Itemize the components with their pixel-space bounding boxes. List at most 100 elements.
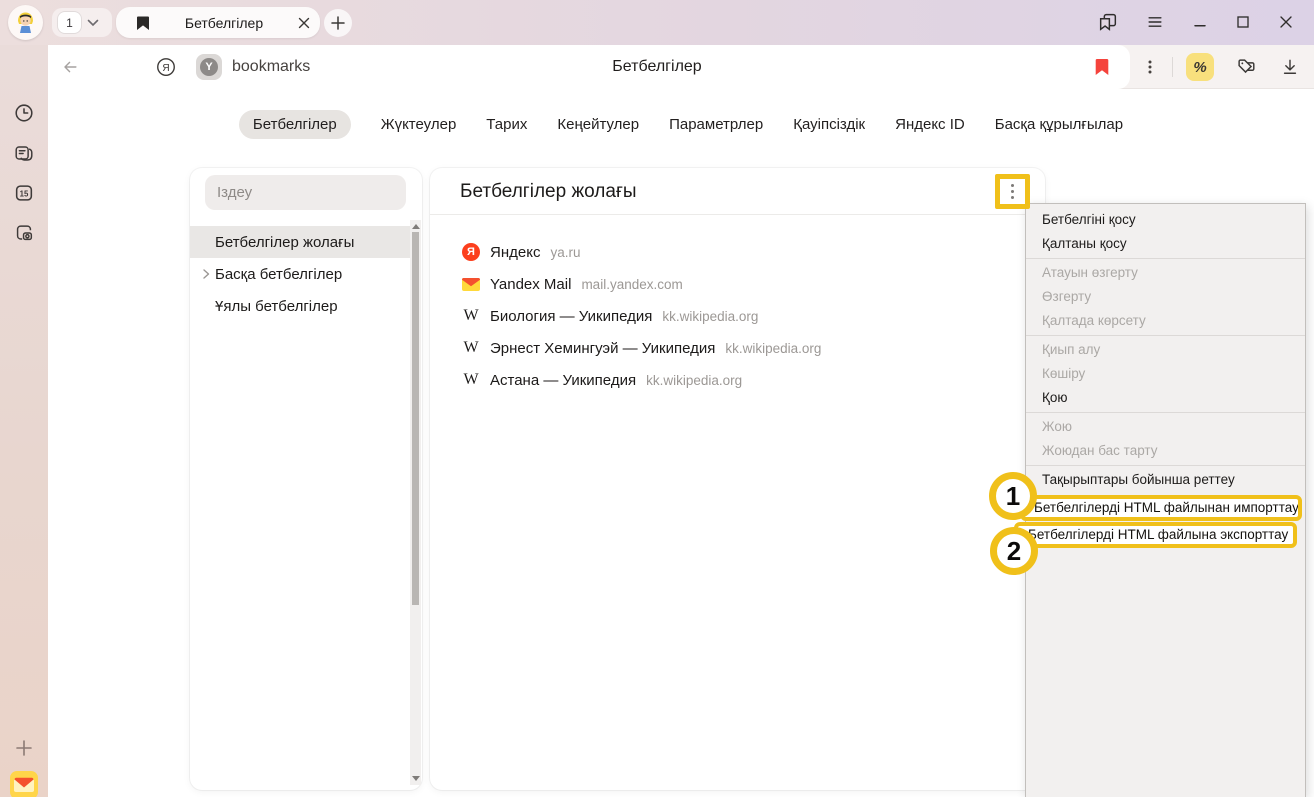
downloads-button[interactable] [1278,55,1302,79]
bookmark-row[interactable]: W Эрнест Хемингуэй — Уикипедия kk.wikipe… [462,332,821,364]
side-panels-button[interactable] [1096,10,1120,34]
avatar-girl-icon [12,9,39,36]
screenshot-button[interactable] [12,221,36,245]
search-box[interactable] [205,175,406,210]
new-tab-button[interactable] [324,9,352,37]
history-button[interactable] [12,101,36,125]
folder-item-mobile-bookmarks[interactable]: Ұялы бетбелгілер [190,290,411,322]
kebab-dot [1011,184,1014,187]
kebab-icon [1142,59,1158,75]
plus-icon [331,16,345,30]
browser-side-rail: 15 [0,45,48,797]
minimize-button[interactable] [1188,10,1212,34]
folders-scrollbar[interactable] [410,220,421,785]
tab-group-button[interactable]: 1 [52,8,112,37]
annotation-number: 2 [1007,536,1021,567]
tab-extensions[interactable]: Кеңейтулер [557,110,639,139]
bookmark-url: kk.wikipedia.org [725,341,821,356]
bookmark-url: mail.yandex.com [581,277,682,292]
menu-item-add-bookmark[interactable]: Бетбелгіні қосу [1026,208,1305,232]
bookmark-row[interactable]: W Биология — Уикипедия kk.wikipedia.org [462,300,758,332]
menu-item-copy: Көшіру [1026,362,1305,386]
menu-item-sort-by-title[interactable]: Тақырыптары бойынша реттеу [1026,468,1305,492]
svg-text:15: 15 [20,189,29,198]
scroll-down-icon[interactable] [412,776,420,781]
tab-yandex-id[interactable]: Яндекс ID [895,110,965,139]
menu-separator [1026,465,1305,466]
menu-item-undo-delete: Жоюдан бас тарту [1026,439,1305,463]
folder-label: Ұялы бетбелгілер [215,298,338,315]
maximize-icon [1233,12,1253,32]
plus-icon [14,738,34,758]
content-heading: Бетбелгілер жолағы [460,168,637,215]
feed-button[interactable] [12,141,36,165]
browser-toolbar: Я Y bookmarks Бетбелгілер % [48,45,1314,89]
search-input[interactable] [205,175,406,210]
bookmark-title: Биология — Уикипедия [490,308,652,325]
wikipedia-favicon: W [462,339,480,357]
menu-separator [1026,335,1305,336]
bookmark-url: ya.ru [550,245,580,260]
browser-tab-bookmarks[interactable]: Бетбелгілер [116,7,320,38]
bookmark-title: Эрнест Хемингуэй — Уикипедия [490,340,715,357]
toolbar-more-button[interactable] [1138,55,1162,79]
tab-settings[interactable]: Параметрлер [669,110,763,139]
tab-security[interactable]: Қауіпсіздік [793,110,865,139]
tab-bookmarks[interactable]: Бетбелгілер [239,110,351,139]
bookmark-row[interactable]: Я Яндекс ya.ru [462,236,580,268]
menu-item-import-html-highlighted[interactable]: Бетбелгілерді HTML файлынан импорттау [1020,495,1302,521]
calendar-button[interactable]: 15 [12,181,36,205]
menu-item-cut: Қиып алу [1026,338,1305,362]
yandex-mail-app-icon [10,771,38,797]
wikipedia-favicon: W [462,307,480,325]
folder-item-bookmarks-bar[interactable]: Бетбелгілер жолағы [190,226,411,258]
tab-other-devices[interactable]: Басқа құрылғылар [995,110,1123,139]
close-tab-icon[interactable] [298,17,310,29]
percent-glyph: % [1193,59,1206,76]
tab-title: Бетбелгілер [150,15,298,31]
menu-item-export-html-highlighted[interactable]: Бетбелгілерді HTML файлына экспорттау [1014,522,1297,548]
pocket-tag-icon [1235,56,1257,78]
content-header: Бетбелгілер жолағы [430,168,1045,215]
cashback-badge-button[interactable]: % [1186,53,1214,81]
add-panel-button[interactable] [12,736,36,760]
menu-item-paste[interactable]: Қою [1026,386,1305,410]
address-bar[interactable]: Я Y bookmarks Бетбелгілер [48,45,1130,89]
folder-menu-button-highlighted[interactable] [995,174,1030,209]
scroll-up-icon[interactable] [412,224,420,229]
close-window-button[interactable] [1274,10,1298,34]
mail-favicon [462,275,480,293]
bookmark-icon [136,15,150,31]
bookmark-title: Yandex Mail [490,276,571,293]
bookmark-url: kk.wikipedia.org [646,373,742,388]
bookmark-flag-icon [1094,58,1110,76]
bookmark-page-button[interactable] [1090,55,1114,79]
download-icon [1280,57,1300,77]
hamburger-icon [1145,12,1165,32]
scrollbar-thumb[interactable] [412,232,419,605]
annotation-step-2: 2 [990,527,1038,575]
folder-item-other-bookmarks[interactable]: Басқа бетбелгілер [190,258,411,290]
tab-history[interactable]: Тарих [486,110,527,139]
mail-app-button[interactable] [10,771,38,797]
tab-group-count: 1 [58,12,81,33]
bookmark-row[interactable]: W Астана — Уикипедия kk.wikipedia.org [462,364,742,396]
menu-item-rename: Атауын өзгерту [1026,261,1305,285]
tab-downloads[interactable]: Жүктеулер [381,110,457,139]
history-clock-icon [13,102,35,124]
menu-item-show-in-folder: Қалтада көрсету [1026,309,1305,333]
wikipedia-favicon: W [462,371,480,389]
profile-avatar[interactable] [8,5,43,40]
bookmark-row[interactable]: Yandex Mail mail.yandex.com [462,268,683,300]
kebab-dot [1011,190,1014,193]
menu-item-add-folder[interactable]: Қалтаны қосу [1026,232,1305,256]
menu-item-edit: Өзгерту [1026,285,1305,309]
maximize-button[interactable] [1231,10,1255,34]
bookmarks-manager-page: Бетбелгілер Жүктеулер Тарих Кеңейтулер П… [48,89,1314,797]
annotation-number: 1 [1006,481,1020,512]
yandex-favicon: Я [462,243,480,261]
chevron-right-icon[interactable] [200,268,212,280]
browser-menu-button[interactable] [1143,10,1167,34]
bookmark-title: Астана — Уикипедия [490,372,636,389]
pocket-button[interactable] [1234,55,1258,79]
